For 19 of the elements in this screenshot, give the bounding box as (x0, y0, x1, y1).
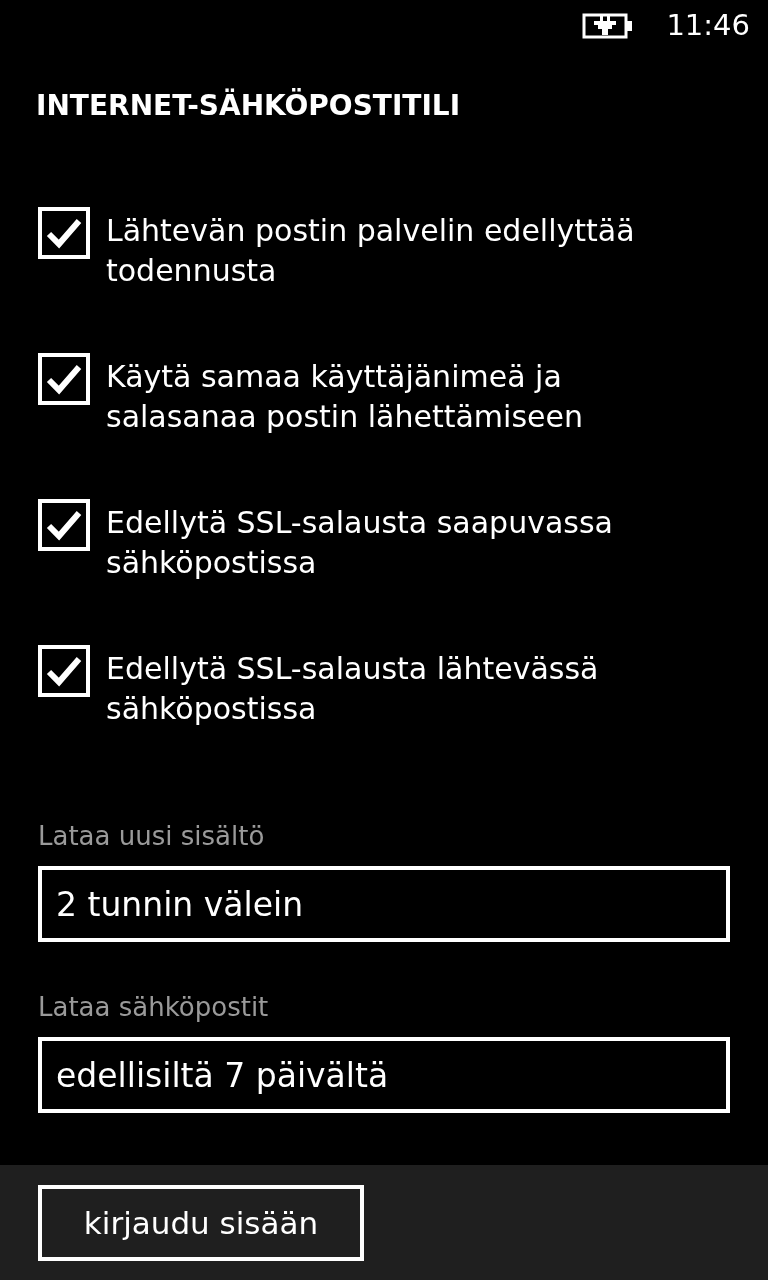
checkbox-label: Edellytä SSL-salausta lähtevässä sähköpostissa (106, 650, 600, 728)
checkbox[interactable] (38, 645, 90, 697)
checkbox-label: Lähtevän postin palvelin edellyttää todennusta (106, 212, 636, 290)
checkbox-label: Edellytä SSL-salausta saapuvassa sähköpostissa (106, 504, 614, 582)
field-label: Lataa uusi sisältö (38, 820, 266, 853)
checkmark-icon (46, 217, 82, 249)
clock: 11:46 (666, 7, 750, 45)
input-field[interactable]: 2 tunnin välein (38, 866, 730, 942)
checkmark-icon (46, 509, 82, 541)
input-field[interactable]: edellisiltä 7 päivältä (38, 1037, 730, 1113)
checkbox-label: Käytä samaa käyttäjänimeä ja salasanaa postin lähettämiseen (106, 358, 584, 436)
checkmark-icon (46, 655, 82, 687)
sign-in-button[interactable]: kirjaudu sisään (38, 1185, 364, 1261)
checkmark-icon (46, 363, 82, 395)
checkbox[interactable] (38, 353, 90, 405)
checkbox[interactable] (38, 207, 90, 259)
page-title: INTERNET-SÄHKÖPOSTITILI (36, 87, 462, 124)
field-label: Lataa sähköpostit (38, 991, 270, 1024)
checkbox[interactable] (38, 499, 90, 551)
